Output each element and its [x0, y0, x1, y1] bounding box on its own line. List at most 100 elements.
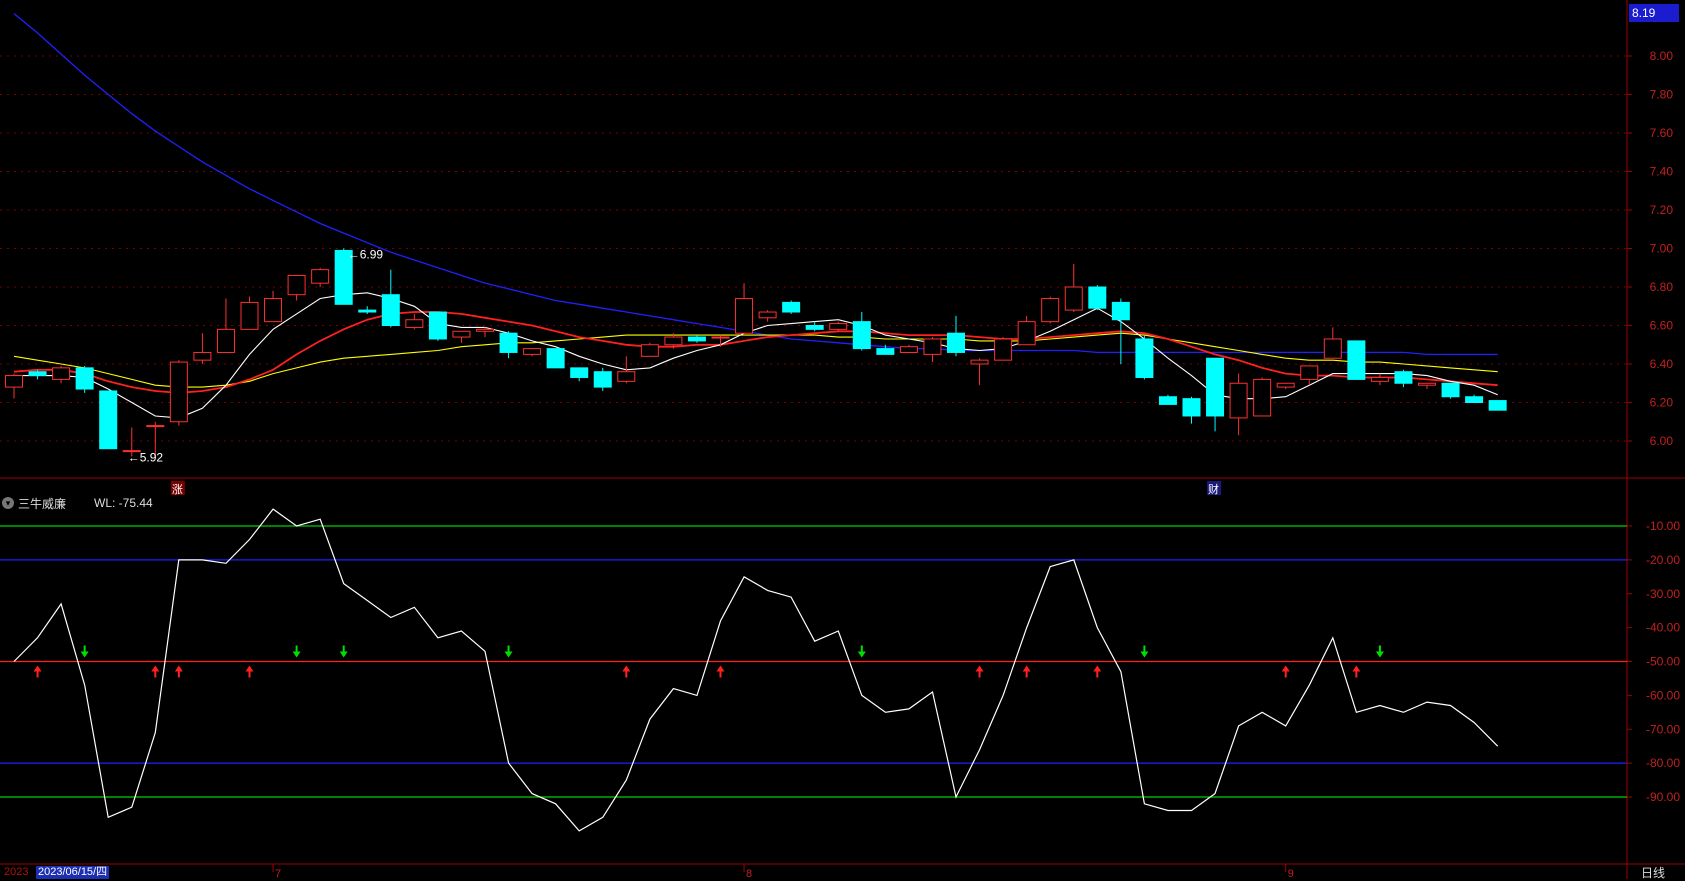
y-tick-label: 6.40: [1650, 357, 1674, 371]
candle-body: [428, 311, 447, 340]
indicator-name[interactable]: 三牛威廉: [18, 495, 66, 512]
candle-body: [99, 390, 118, 450]
buy-signal-arrow: [1352, 665, 1361, 678]
low-price-label: ←5.92: [128, 450, 164, 464]
candle-body: [687, 336, 706, 342]
date-badge-prefix: 2023: [4, 866, 29, 878]
wl-y-tick-label: -20.00: [1646, 553, 1680, 567]
candle-body: [1088, 286, 1107, 309]
x-month-label: 9: [1288, 868, 1294, 879]
candle-body: [452, 330, 471, 338]
candle-body: [1323, 338, 1342, 359]
indicator-value: WL: -75.44: [94, 496, 153, 510]
wl-y-tick-label: -90.00: [1646, 790, 1680, 804]
candle-body: [1347, 340, 1366, 380]
candle-body: [593, 371, 612, 388]
candle-body: [1300, 365, 1319, 380]
candle-body: [1394, 371, 1413, 384]
buy-signal-arrow: [1022, 665, 1031, 678]
y-tick-label: 7.60: [1650, 126, 1674, 140]
candle-body: [1158, 396, 1177, 405]
candle-body: [358, 309, 377, 313]
cai-marker: 财: [1208, 482, 1219, 496]
candle-body: [1017, 321, 1036, 346]
candle-body: [829, 323, 848, 330]
candle-body: [970, 359, 989, 365]
x-month-label: 7: [275, 868, 281, 879]
buy-signal-arrow: [1281, 665, 1290, 678]
candle-body: [1465, 396, 1484, 404]
candle-body: [499, 332, 518, 353]
buy-signal-arrow: [716, 665, 725, 678]
candle-body: [381, 294, 400, 327]
candle-body: [169, 361, 188, 423]
candle-body: [28, 371, 47, 377]
candle-body: [1206, 357, 1225, 417]
wl-y-tick-label: -40.00: [1646, 621, 1680, 635]
ma60-line: [13, 13, 1498, 356]
candle-body: [1064, 286, 1083, 311]
candle-body: [264, 298, 283, 323]
sell-signal-arrow: [339, 645, 348, 658]
candle-body: [1488, 400, 1507, 411]
y-tick-label: 8.00: [1650, 49, 1674, 63]
candle-body: [923, 338, 942, 355]
candle-body: [758, 311, 777, 319]
candle-body: [1111, 301, 1130, 321]
period-label[interactable]: 日线: [1641, 864, 1665, 881]
sell-signal-arrow: [80, 645, 89, 658]
wl-y-tick-label: -30.00: [1646, 587, 1680, 601]
candle-body: [782, 301, 801, 313]
candle-body: [1041, 298, 1060, 323]
sell-signal-arrow: [857, 645, 866, 658]
candle-body: [994, 338, 1013, 361]
y-tick-label: 7.00: [1650, 242, 1674, 256]
candle-body: [805, 325, 824, 330]
y-tick-label: 6.80: [1650, 280, 1674, 294]
x-month-label: 8: [746, 868, 752, 879]
y-tick-label: 6.00: [1650, 434, 1674, 448]
candle-body: [947, 332, 965, 353]
wl-line: [13, 508, 1499, 832]
candle-body: [523, 348, 542, 355]
ma10-line: [13, 332, 1498, 388]
candle-body: [216, 328, 235, 353]
candle-body: [876, 348, 895, 355]
candle-body: [476, 328, 494, 332]
buy-signal-arrow: [1093, 665, 1102, 678]
candle-body: [1182, 398, 1201, 417]
chevron-down-icon[interactable]: ▾: [2, 497, 14, 509]
y-tick-label: 7.40: [1650, 165, 1674, 179]
candle-body: [852, 321, 871, 350]
candle-body: [664, 336, 683, 346]
current-price-badge: 8.19: [1629, 4, 1679, 22]
kline-chart[interactable]: 6.00 6.20 6.40 6.60 6.80 7.00 7.20 7.40 7.60 7.80…: [0, 0, 1685, 879]
candle-body: [735, 298, 754, 334]
buy-signal-arrow: [245, 665, 254, 678]
candle-body: [311, 269, 330, 284]
y-tick-label: 6.60: [1650, 319, 1674, 333]
candle-body: [405, 319, 424, 328]
buy-signal-arrow: [975, 665, 984, 678]
buy-signal-arrow: [151, 665, 160, 678]
y-tick-label: 7.80: [1650, 88, 1674, 102]
candle-body: [193, 351, 212, 361]
cursor-date-badge: 2023/06/15/四: [36, 866, 110, 879]
wl-y-tick-label: -60.00: [1646, 688, 1680, 702]
candle-body: [1135, 338, 1154, 378]
wl-y-tick-label: -80.00: [1646, 756, 1680, 770]
candle-body: [1229, 382, 1248, 419]
candle-body: [1253, 378, 1272, 417]
sell-signal-arrow: [292, 645, 301, 658]
candle-body: [1370, 376, 1389, 382]
candle-body: [146, 425, 165, 428]
wl-y-tick-label: -10.00: [1646, 519, 1680, 533]
buy-signal-arrow: [33, 665, 42, 678]
y-tick-label: 6.20: [1650, 396, 1674, 410]
candle-body: [75, 367, 94, 390]
zhang-marker: 涨: [172, 483, 183, 496]
candle-body: [546, 348, 565, 369]
sell-signal-arrow: [504, 645, 513, 658]
buy-signal-arrow: [622, 665, 631, 678]
buy-signal-arrow: [174, 665, 183, 678]
